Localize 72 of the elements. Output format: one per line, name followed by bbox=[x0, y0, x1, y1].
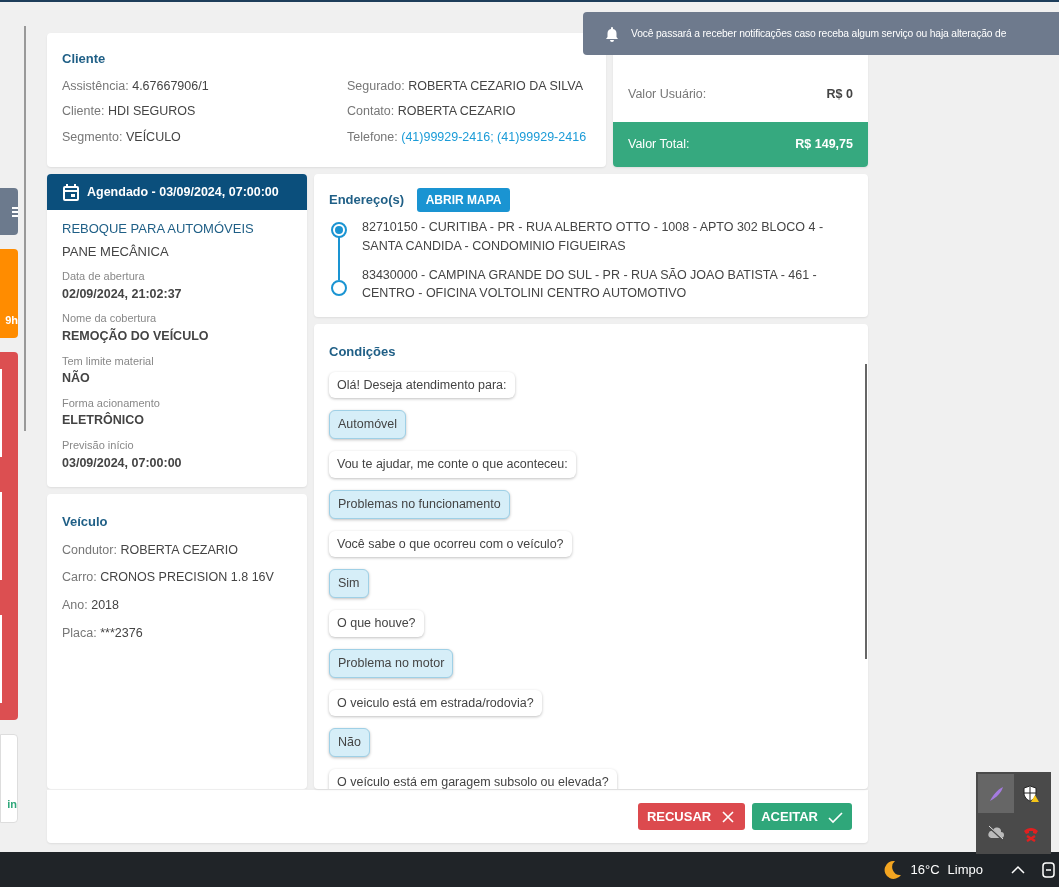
section-title: Endereço(s) bbox=[329, 191, 405, 210]
field-value: VEÍCULO bbox=[125, 130, 181, 144]
weather-text: Limpo bbox=[947, 860, 983, 879]
question-bubble: O veiculo está em estrada/rodovia? bbox=[329, 689, 542, 717]
field-label: Assistência: bbox=[62, 78, 129, 93]
service-name: REBOQUE PARA AUTOMÓVEIS bbox=[62, 220, 255, 238]
field-value: ROBERTA CEZARIO DA SILVA bbox=[408, 78, 583, 93]
menu-icon bbox=[12, 205, 18, 218]
answer-bubble: Não bbox=[329, 728, 370, 757]
field-label: Contato: bbox=[347, 104, 395, 119]
chevron-up-icon[interactable] bbox=[1011, 864, 1025, 875]
detail-value: NÃO bbox=[62, 369, 91, 387]
detail-label: Nome da cobertura bbox=[62, 311, 158, 327]
problem-type: PANE MECÂNICA bbox=[62, 242, 170, 261]
section-title: Cliente bbox=[62, 50, 107, 68]
question-bubble: O que houve? bbox=[329, 610, 424, 637]
field-label: Carro: bbox=[62, 570, 97, 585]
total-amount: R$ 149,75 bbox=[795, 136, 853, 154]
field-value: ROBERTA CEZARIO bbox=[120, 542, 238, 557]
shield-warning-icon[interactable] bbox=[1022, 784, 1041, 803]
field-label: Telefone: bbox=[347, 130, 398, 144]
field-label: Cliente: bbox=[62, 104, 105, 119]
question-bubble: Vou te ajudar, me conte o que aconteceu: bbox=[329, 451, 576, 478]
open-map-button[interactable]: ABRIR MAPA bbox=[416, 188, 511, 212]
answer-bubble: Sim bbox=[329, 569, 369, 598]
field-value: ***2376 bbox=[100, 625, 143, 640]
detail-value: REMOÇÃO DO VEÍCULO bbox=[62, 327, 210, 345]
answer-bubble: Problemas no funcionamento bbox=[329, 489, 510, 519]
side-card-text: 9h bbox=[5, 312, 18, 328]
detail-label: Data de abertura bbox=[62, 269, 146, 284]
field-label: Segurado: bbox=[347, 78, 405, 93]
address-text: 83430000 - CAMPINA GRANDE DO SUL - PR - RUA SÃO JOAO BATISTA - 461 - CENTRO - OFICINA VOLTOLINI CENTRO AUTOMOTIVO bbox=[362, 266, 818, 303]
side-card-text: in bbox=[7, 796, 17, 812]
value-amount: R$ 0 bbox=[826, 86, 853, 103]
detail-value: ELETRÔNICO bbox=[62, 411, 145, 430]
detail-label: Tem limite material bbox=[62, 353, 155, 369]
field-label: Ano: bbox=[62, 598, 88, 612]
section-title: Condições bbox=[329, 343, 397, 361]
question-bubble: Você sabe o que ocorreu com o veículo? bbox=[329, 530, 572, 558]
menu-button[interactable] bbox=[0, 188, 18, 235]
question-bubble: Olá! Deseja atendimento para: bbox=[329, 371, 515, 399]
field-label: Segmento: bbox=[62, 130, 123, 144]
detail-value: 03/09/2024, 07:00:00 bbox=[62, 454, 183, 472]
field-value: ROBERTA CEZARIO bbox=[397, 104, 516, 119]
section-title: Veículo bbox=[62, 513, 109, 531]
calendar-icon bbox=[63, 183, 79, 201]
field-label: Placa: bbox=[62, 625, 97, 640]
check-icon bbox=[828, 809, 843, 824]
notification-text: Você passará a receber notificações caso receba algum serviço ou haja alteração de bbox=[631, 26, 1007, 41]
reject-button[interactable]: RECUSAR bbox=[637, 802, 746, 831]
field-value: HDI SEGUROS bbox=[107, 104, 196, 119]
bell-icon bbox=[605, 25, 619, 42]
field-value: CRONOS PRECISION 1.8 16V bbox=[100, 570, 274, 585]
answer-bubble: Automóvel bbox=[329, 410, 407, 439]
field-value: 2018 bbox=[91, 598, 119, 612]
address-text: 82710150 - CURITIBA - PR - RUA ALBERTO OTTO - 1008 - APTO 302 BLOCO 4 - SANTA CANDIDA - CONDOMINIO FIGUEIRAS bbox=[362, 219, 825, 255]
detail-label: Forma acionamento bbox=[62, 395, 161, 411]
phone-link[interactable]: (41)99929-2416; (41)99929-2416 bbox=[401, 130, 587, 144]
answer-bubble: Problema no motor bbox=[329, 648, 454, 678]
total-label: Valor Total: bbox=[628, 136, 690, 154]
question-bubble: O veículo está em garagem subsolo ou elevada? bbox=[329, 769, 617, 789]
temperature-text: 16°C bbox=[910, 860, 940, 879]
accept-button[interactable]: ACEITAR bbox=[752, 802, 852, 831]
value-label: Valor Usuário: bbox=[628, 86, 707, 103]
schedule-text: Agendado - 03/09/2024, 07:00:00 bbox=[87, 183, 279, 201]
cloud-off-icon[interactable] bbox=[986, 823, 1005, 842]
field-label: Condutor: bbox=[62, 542, 117, 557]
detail-label: Previsão início bbox=[62, 438, 135, 453]
route-timeline-icon bbox=[329, 220, 349, 298]
close-icon bbox=[721, 809, 737, 824]
field-value: 4.67667906/1 bbox=[132, 78, 209, 93]
detail-value: 02/09/2024, 21:02:37 bbox=[62, 285, 183, 303]
